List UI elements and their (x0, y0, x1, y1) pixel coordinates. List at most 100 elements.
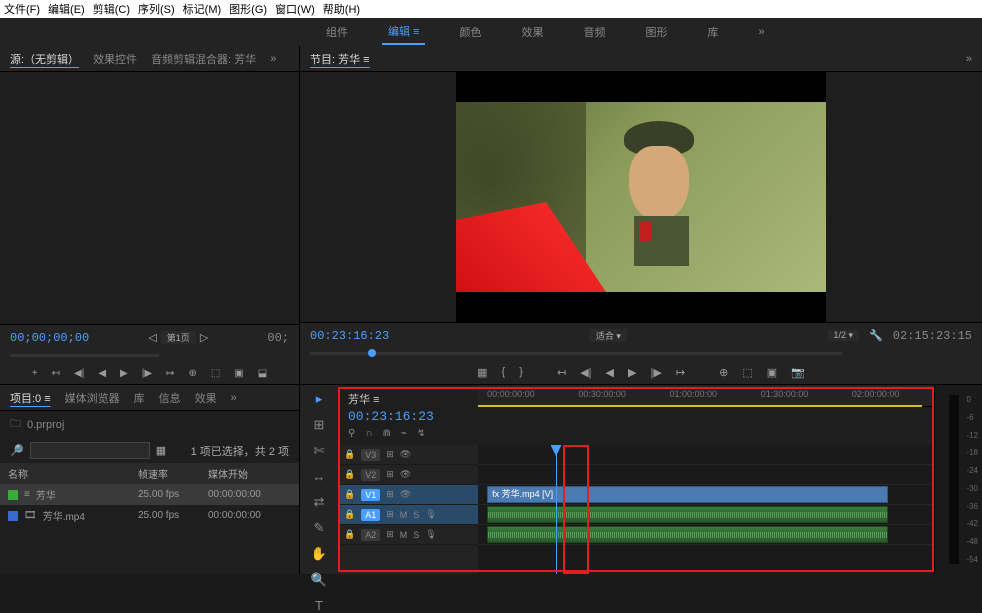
audio-clip[interactable] (487, 526, 888, 543)
source-step-fwd-icon[interactable]: |▶ (142, 368, 152, 379)
toggle-output-icon[interactable]: ⊞ (386, 489, 394, 500)
solo-icon[interactable]: S (413, 530, 419, 540)
solo-icon[interactable]: S (413, 510, 419, 520)
menu-marker[interactable]: 标记(M) (183, 1, 222, 17)
prog-export-frame-icon[interactable]: ▣ (767, 366, 777, 379)
menu-graphics[interactable]: 图形(G) (229, 1, 267, 17)
prog-goto-out-icon[interactable]: ↦ (676, 366, 685, 379)
table-row[interactable]: 🎞芳华.mp4 25.00 fps 00:00:00:00 (0, 505, 299, 526)
program-fit-dropdown[interactable]: 适合 ▾ (590, 329, 627, 342)
tool-hand[interactable]: ✋ (311, 546, 327, 562)
prog-marker-icon[interactable]: ▦ (477, 366, 487, 379)
tab-effects-panel[interactable]: 效果 (195, 390, 217, 406)
lock-icon[interactable]: 🔒 (344, 529, 355, 540)
eye-icon[interactable]: 👁 (400, 449, 411, 460)
source-page-dropdown[interactable]: 第1页 (161, 331, 196, 344)
tab-media-browser[interactable]: 媒体浏览器 (65, 390, 120, 406)
menu-sequence[interactable]: 序列(S) (138, 1, 175, 17)
col-name[interactable]: 名称 (8, 466, 138, 481)
workspace-tab-library[interactable]: 库 (701, 20, 724, 44)
prog-play-back-icon[interactable]: ◀ (606, 366, 614, 379)
workspace-tab-assembly[interactable]: 组件 (320, 20, 354, 44)
menu-edit[interactable]: 编辑(E) (48, 1, 85, 17)
timeline-ruler[interactable]: 00:00:00:00 00:30:00:00 01:00:00:00 01:3… (478, 385, 934, 407)
page-prev-icon[interactable]: ◁ (148, 331, 156, 344)
track-v2[interactable] (478, 465, 934, 485)
source-settings-icon[interactable]: ⬓ (258, 368, 267, 379)
source-tabs-overflow-icon[interactable]: » (270, 53, 276, 65)
tab-program[interactable]: 节目: 芳华 ≡ (310, 51, 370, 67)
lock-icon[interactable]: 🔒 (344, 509, 355, 520)
source-overwrite-icon[interactable]: ⬚ (211, 368, 220, 379)
source-insert-icon[interactable]: ⊕ (188, 368, 196, 379)
prog-play-icon[interactable]: ▶ (628, 366, 636, 379)
source-play-icon[interactable]: ▶ (120, 368, 128, 379)
program-timecode-left[interactable]: 00:23:16:23 (310, 329, 389, 343)
track-v1[interactable]: fx 芳华.mp4 [V] (478, 485, 934, 505)
mute-icon[interactable]: M (400, 510, 408, 520)
prog-goto-in-icon[interactable]: ↤ (557, 366, 566, 379)
menu-help[interactable]: 帮助(H) (323, 1, 360, 17)
track-a1[interactable] (478, 505, 934, 525)
prog-lift-icon[interactable]: ⊕ (719, 366, 728, 379)
toggle-output-icon[interactable]: ⊞ (386, 449, 394, 460)
menu-file[interactable]: 文件(F) (4, 1, 40, 17)
timeline-timecode[interactable]: 00:23:16:23 (348, 409, 468, 424)
prog-camera-icon[interactable]: 📷 (791, 366, 805, 379)
eye-icon[interactable]: 👁 (400, 489, 411, 500)
source-play-back-icon[interactable]: ◀ (98, 368, 106, 379)
lock-icon[interactable]: 🔒 (344, 489, 355, 500)
tool-slip[interactable]: ⇄ (314, 494, 325, 510)
playhead[interactable] (556, 445, 557, 574)
prog-in-icon[interactable]: { (502, 366, 506, 378)
program-video-area[interactable] (300, 72, 982, 322)
close-icon[interactable]: ≡ (373, 394, 379, 406)
track-header-a1[interactable]: 🔒A1⊞MS🎙 (338, 505, 478, 525)
page-next-icon[interactable]: ▷ (200, 331, 208, 344)
filter-icon[interactable]: ▦ (156, 444, 166, 457)
timeline-settings-icon[interactable]: ⌁ (401, 428, 407, 439)
track-header-v2[interactable]: 🔒V2⊞👁 (338, 465, 478, 485)
work-area-bar[interactable] (478, 405, 922, 407)
source-mark-in-icon[interactable]: ↤ (52, 368, 60, 379)
voiceover-icon[interactable]: 🎙 (425, 529, 436, 540)
workspace-overflow-icon[interactable]: » (752, 22, 770, 42)
prog-out-icon[interactable]: } (519, 366, 523, 378)
tool-razor[interactable]: ↔ (313, 469, 326, 484)
source-export-frame-icon[interactable]: ▣ (234, 368, 243, 379)
tab-audio-mixer[interactable]: 音频剪辑混合器: 芳华 (151, 51, 256, 67)
track-header-v1[interactable]: 🔒V1⊞👁 (338, 485, 478, 505)
menu-clip[interactable]: 剪辑(C) (93, 1, 130, 17)
source-step-back-icon[interactable]: ◀| (74, 368, 84, 379)
program-scrub-bar[interactable] (300, 348, 982, 360)
wrench-icon[interactable]: 🔧 (869, 329, 883, 342)
project-tabs-overflow-icon[interactable]: » (231, 392, 237, 404)
source-mark-out-icon[interactable]: ↦ (166, 368, 174, 379)
program-tabs-overflow-icon[interactable]: » (966, 53, 972, 65)
track-header-a2[interactable]: 🔒A2⊞MS🎙 (338, 525, 478, 545)
tool-ripple[interactable]: ✄ (314, 443, 325, 459)
snap-icon[interactable]: ⚲ (348, 428, 355, 439)
lock-icon[interactable]: 🔒 (344, 449, 355, 460)
wrench-icon[interactable]: ↯ (417, 428, 425, 439)
linked-selection-icon[interactable]: ∩ (365, 428, 372, 439)
tool-track-select[interactable]: ⊞ (314, 417, 325, 433)
timeline-sequence-tab[interactable]: 芳华 ≡ (348, 391, 468, 407)
audio-clip[interactable] (487, 506, 888, 523)
source-scrub-bar[interactable] (0, 350, 299, 362)
voiceover-icon[interactable]: 🎙 (425, 509, 436, 520)
video-clip[interactable]: fx 芳华.mp4 [V] (487, 486, 888, 503)
program-resolution-dropdown[interactable]: 1/2 ▾ (828, 330, 860, 341)
tab-project[interactable]: 项目:0 ≡ (10, 390, 51, 406)
track-header-v3[interactable]: 🔒V3⊞👁 (338, 445, 478, 465)
tab-info[interactable]: 信息 (159, 390, 181, 406)
mute-icon[interactable]: M (400, 530, 408, 540)
prog-step-fwd-icon[interactable]: |▶ (650, 366, 661, 379)
workspace-tab-effects[interactable]: 效果 (515, 20, 549, 44)
lock-icon[interactable]: 🔒 (344, 469, 355, 480)
workspace-tab-audio[interactable]: 音频 (577, 20, 611, 44)
source-add-marker-icon[interactable]: + (32, 368, 38, 379)
project-search-input[interactable] (30, 442, 150, 459)
workspace-tab-editing[interactable]: 编辑 ≡ (382, 19, 425, 45)
prog-step-back-icon[interactable]: ◀| (580, 366, 591, 379)
